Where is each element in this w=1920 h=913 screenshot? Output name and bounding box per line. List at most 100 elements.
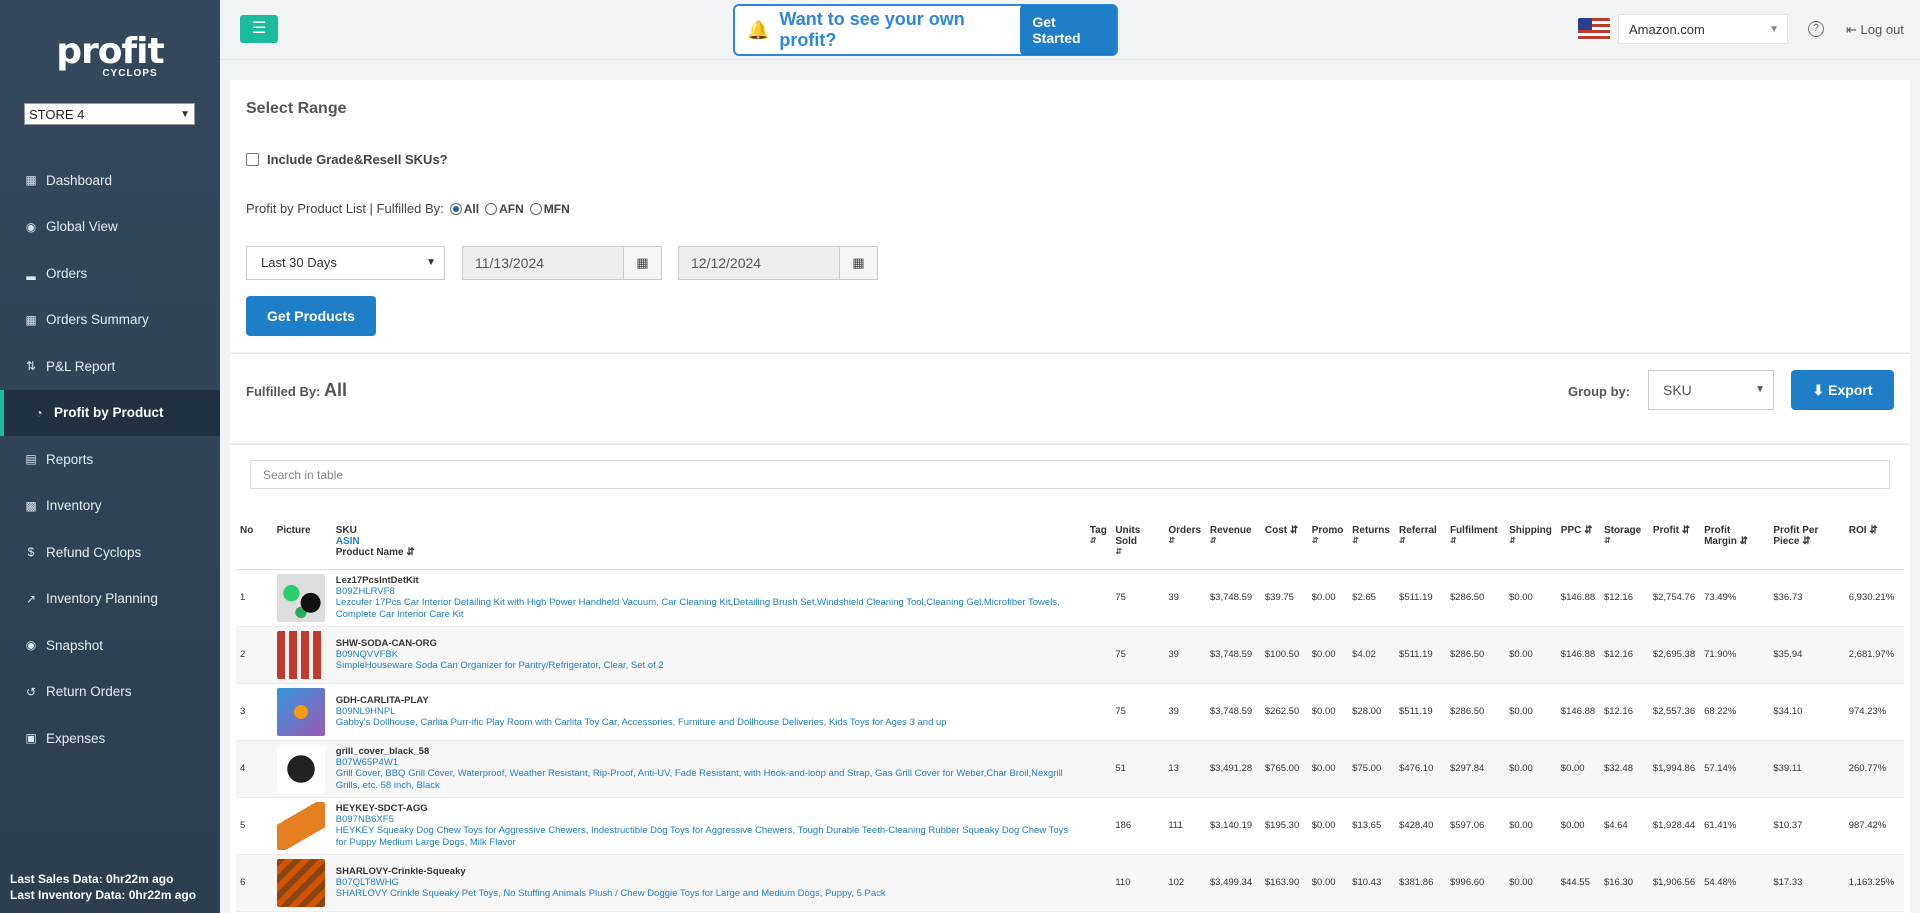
product-name-link[interactable]: Lezcufer 17Pcs Car Interior Detailing Ki… bbox=[336, 597, 1082, 621]
product-name-link[interactable]: Grill Cover, BBQ Grill Cover, Waterproof… bbox=[336, 768, 1082, 792]
asin-link[interactable]: B07W65P4W1 bbox=[336, 757, 1082, 768]
product-image[interactable] bbox=[276, 858, 325, 907]
col-profit[interactable]: Profit ⇵ bbox=[1648, 523, 1701, 570]
col-shipping[interactable]: Shipping ⇵ bbox=[1505, 523, 1557, 570]
table-row[interactable]: 1 Lez17PcsIntDetKit B09ZHLRVF8 Lezcufer … bbox=[236, 569, 1904, 627]
cell-shipping: $0.00 bbox=[1505, 854, 1557, 912]
export-button[interactable]: ⬇ Export bbox=[1791, 370, 1894, 410]
sidebar-item-orders[interactable]: ▂ Orders bbox=[0, 250, 220, 297]
table-row[interactable]: 2 SHW-SODA-CAN-ORG B09NQVVFBK SimpleHous… bbox=[236, 626, 1904, 684]
end-date-input[interactable]: 12/12/2024 ▦ bbox=[678, 246, 878, 280]
sidebar-item-snapshot[interactable]: ◉ Snapshot bbox=[0, 622, 220, 669]
logout-link[interactable]: ⇤ Log out bbox=[1846, 22, 1904, 38]
cell-orders: 39 bbox=[1164, 683, 1206, 741]
radio-all-label: All bbox=[463, 201, 480, 216]
cell-tag bbox=[1085, 683, 1112, 741]
sidebar-item-dashboard[interactable]: ▦ Dashboard bbox=[0, 157, 220, 204]
col-roi[interactable]: ROI ⇵ bbox=[1844, 523, 1904, 570]
menu-toggle-button[interactable]: ☰ bbox=[240, 15, 278, 43]
col-units-sold[interactable]: Units Sold ⇵ bbox=[1111, 523, 1165, 570]
radio-afn[interactable] bbox=[485, 202, 498, 215]
sku-text: Lez17PcsIntDetKit bbox=[335, 574, 419, 586]
marketplace-select[interactable]: Amazon.com ▼ bbox=[1618, 14, 1788, 44]
include-grade-resell-checkbox[interactable] bbox=[246, 153, 259, 166]
col-promo[interactable]: Promo ⇵ bbox=[1307, 523, 1349, 570]
period-select[interactable]: Last 30 Days ▼ bbox=[246, 246, 445, 280]
col-no[interactable]: No bbox=[236, 523, 273, 570]
cell-product: SHARLOVY-Crinkle-Squeaky B07QLT8WHG SHAR… bbox=[331, 854, 1086, 912]
sidebar-item-inventory-planning[interactable]: ↗ Inventory Planning bbox=[0, 576, 220, 623]
sidebar-item-label: Expenses bbox=[46, 730, 106, 746]
product-image[interactable] bbox=[276, 744, 325, 793]
include-grade-resell[interactable]: Include Grade&Resell SKUs? bbox=[246, 152, 448, 167]
table-row[interactable]: 4 grill_cover_black_58 B07W65P4W1 Grill … bbox=[236, 740, 1904, 798]
table-row[interactable]: 6 SHARLOVY-Crinkle-Squeaky B07QLT8WHG SH… bbox=[236, 854, 1904, 912]
col-tag[interactable]: Tag ⇵ bbox=[1085, 523, 1112, 570]
get-products-button[interactable]: Get Products bbox=[246, 296, 376, 336]
logo[interactable]: profit CYCLOPS bbox=[0, 0, 220, 92]
col-ppc[interactable]: PPC ⇵ bbox=[1556, 523, 1600, 570]
calendar-icon[interactable]: ▦ bbox=[839, 247, 877, 279]
product-name-link[interactable]: SimpleHouseware Soda Can Organizer for P… bbox=[336, 660, 1082, 672]
col-cost[interactable]: Cost ⇵ bbox=[1260, 523, 1308, 570]
cell-orders: 39 bbox=[1164, 626, 1206, 684]
logo-main: profit bbox=[56, 31, 164, 72]
col-profit-margin[interactable]: Profit Margin ⇵ bbox=[1700, 523, 1770, 570]
cell-revenue: $3,491.28 bbox=[1205, 740, 1261, 798]
col-orders[interactable]: Orders ⇵ bbox=[1164, 523, 1206, 570]
radio-mfn[interactable] bbox=[529, 202, 542, 215]
col-sku[interactable]: SKU ASIN Product Name ⇵ bbox=[331, 523, 1086, 570]
sidebar-item-orders-summary[interactable]: ▦ Orders Summary bbox=[0, 297, 220, 344]
cell-margin: 68.22% bbox=[1700, 683, 1770, 741]
cell-units: 110 bbox=[1111, 854, 1165, 912]
col-revenue[interactable]: Revenue ⇵ bbox=[1205, 523, 1261, 570]
group-by-select[interactable]: SKU ▼ bbox=[1648, 370, 1774, 410]
sidebar-item-profit-by-product[interactable]: ◔ Profit by Product bbox=[0, 389, 220, 436]
asin-link[interactable]: B09NQVVFBK bbox=[336, 649, 1082, 660]
table-row[interactable]: 3 GDH-CARLITA-PLAY B09NL9HNPL Gabby's Do… bbox=[236, 683, 1904, 741]
col-storage[interactable]: Storage ⇵ bbox=[1599, 523, 1649, 570]
calendar-icon[interactable]: ▦ bbox=[623, 247, 661, 279]
col-referral[interactable]: Referral ⇵ bbox=[1395, 523, 1446, 570]
sort-icon: ⇵ bbox=[1509, 536, 1516, 545]
sidebar-item-reports[interactable]: ▤ Reports bbox=[0, 436, 220, 483]
start-date-input[interactable]: 11/13/2024 ▦ bbox=[462, 246, 662, 280]
sidebar-item-global-view[interactable]: ◉ Global View bbox=[0, 204, 220, 251]
cell-referral: $511.19 bbox=[1395, 626, 1446, 684]
col-profit-per-piece[interactable]: Profit Per Piece ⇵ bbox=[1769, 523, 1845, 570]
cell-ppc: $0.00 bbox=[1556, 797, 1600, 855]
help-icon[interactable]: ? bbox=[1808, 21, 1824, 37]
store-select[interactable]: STORE 4 ▼ bbox=[24, 103, 195, 125]
cell-ppc: $146.88 bbox=[1556, 683, 1600, 741]
table-row[interactable]: 5 HEYKEY-SDCT-AGG B097NB6XF5 HEYKEY Sque… bbox=[236, 797, 1904, 855]
get-started-button[interactable]: Get Started bbox=[1020, 5, 1116, 55]
product-image[interactable] bbox=[276, 573, 325, 622]
sidebar-item-pl-report[interactable]: ⇅ P&L Report bbox=[0, 343, 220, 390]
col-fulfilment[interactable]: Fulfilment ⇵ bbox=[1445, 523, 1506, 570]
product-image[interactable] bbox=[276, 630, 325, 679]
cell-fulfilment: $286.50 bbox=[1445, 683, 1506, 741]
table-header-row: No Picture SKU ASIN Product Name ⇵ Tag ⇵ … bbox=[236, 523, 1904, 570]
radio-all[interactable] bbox=[449, 202, 462, 215]
asin-link[interactable]: B097NB6XF5 bbox=[336, 814, 1082, 825]
cell-cost: $195.30 bbox=[1260, 797, 1308, 855]
us-flag-icon bbox=[1578, 18, 1610, 40]
col-sku-label: SKU bbox=[335, 525, 357, 536]
sidebar-item-inventory[interactable]: ▩ Inventory bbox=[0, 483, 220, 530]
product-image[interactable] bbox=[276, 687, 325, 736]
asin-link[interactable]: B09ZHLRVF8 bbox=[336, 586, 1082, 597]
table-search-input[interactable]: Search in table bbox=[250, 460, 1890, 489]
cell-returns: $10.43 bbox=[1348, 854, 1396, 912]
asin-link[interactable]: B09NL9HNPL bbox=[336, 706, 1082, 717]
product-name-link[interactable]: Gabby's Dollhouse, Carlita Purr-ific Pla… bbox=[336, 717, 1082, 729]
sidebar-item-expenses[interactable]: ▣ Expenses bbox=[0, 715, 220, 762]
col-returns[interactable]: Returns ⇵ bbox=[1348, 523, 1396, 570]
product-name-link[interactable]: SHARLOVY Crinkle Squeaky Pet Toys, No St… bbox=[336, 888, 1082, 900]
promo-text: Want to see your own profit? bbox=[779, 9, 965, 50]
sidebar-item-label: Profit by Product bbox=[54, 405, 164, 421]
product-image[interactable] bbox=[276, 801, 325, 850]
sidebar-item-return-orders[interactable]: ↺ Return Orders bbox=[0, 669, 220, 716]
product-name-link[interactable]: HEYKEY Squeaky Dog Chew Toys for Aggress… bbox=[336, 825, 1082, 849]
sidebar-item-refund-cyclops[interactable]: $ Refund Cyclops bbox=[0, 529, 220, 576]
asin-link[interactable]: B07QLT8WHG bbox=[336, 877, 1082, 888]
